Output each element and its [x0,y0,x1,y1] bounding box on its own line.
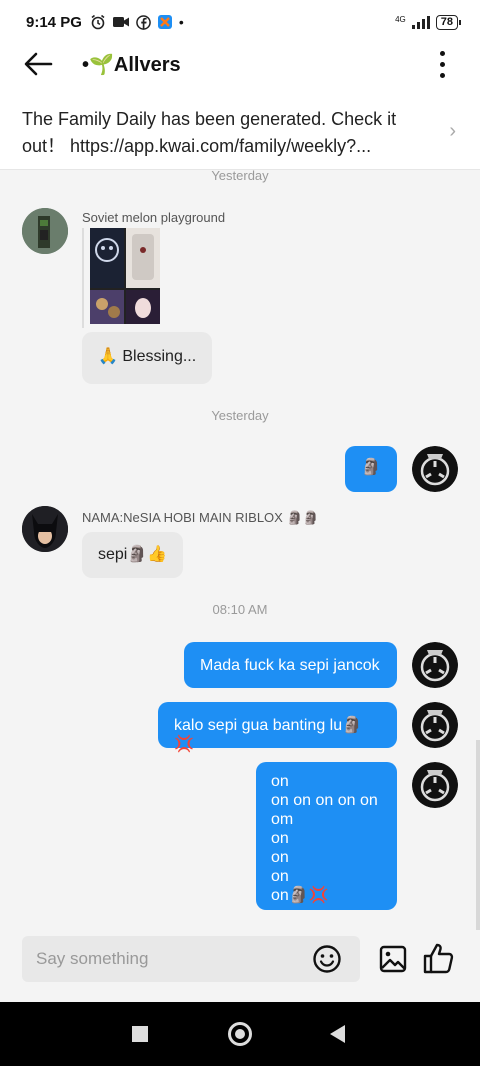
home-button[interactable] [228,1022,252,1046]
sender-name: Soviet melon playground [82,210,226,225]
video-icon [112,17,129,27]
more-icon-dot [439,50,445,56]
my-avatar[interactable] [412,642,458,688]
message-line: on [271,849,289,866]
like-icon[interactable] [422,942,456,974]
sender-name: NAMA:NeSIA HOBI MAIN RIBLOX 🗿🗿 [82,510,319,525]
scp-logo-icon [412,446,458,492]
timestamp: 08:10 AM [212,602,268,617]
battery-icon: 78 [435,14,462,30]
emoji-icon[interactable] [312,944,342,974]
system-nav-bar [0,1002,480,1066]
status-notification-icons: • [90,14,184,30]
message-input[interactable]: Say something [22,936,360,982]
avatar[interactable] [22,208,68,254]
scrollbar[interactable] [476,740,480,930]
alarm-icon [91,14,105,30]
status-time: 9:14 PG [26,13,82,31]
my-avatar[interactable] [412,446,458,492]
recents-button[interactable] [132,1026,148,1042]
more-options-button[interactable] [430,46,454,82]
message-line: on on on on on [271,792,378,809]
message-bubble-incoming[interactable]: sepi🗿👍 [82,532,184,578]
timestamp: Yesterday [211,170,269,183]
family-daily-notice[interactable]: The Family Daily has been generated. Che… [0,92,480,170]
message-line: on [271,868,289,885]
message-bubble-incoming[interactable]: 🙏 Blessing... [82,332,213,384]
avatar-image [22,208,68,254]
message-line: on [271,773,289,790]
status-right: 4G 78 [395,14,462,30]
chat-title: •🌱Allvers [82,54,181,76]
shared-image[interactable] [82,228,162,328]
chat-area[interactable]: Yesterday Soviet melon playground 🙏 Bles… [0,170,480,930]
chat-header: •🌱Allvers [0,44,480,84]
message-bubble-outgoing[interactable]: on on on on on on om on on on on🗿💢 [256,762,397,910]
signal-icon [411,15,430,29]
message-bubble-outgoing[interactable]: 🗿 [345,446,397,492]
shared-image-collage [90,228,160,324]
message-bubble-outgoing[interactable]: kalo sepi gua banting lu🗿💢 [158,702,397,753]
scp-logo-icon [412,702,458,748]
back-arrow-icon [24,52,53,76]
my-avatar[interactable] [412,762,458,808]
notice-text[interactable]: The Family Daily has been generated. Che… [22,106,422,160]
my-avatar[interactable] [412,702,458,748]
message-line: on🗿💢 [271,887,329,904]
message-bubble-outgoing[interactable]: Mada fuck ka sepi jancok [184,642,397,688]
kwai-icon [157,15,172,29]
timestamp: Yesterday [211,408,269,423]
scp-logo-icon [412,762,458,808]
composer: Say something [0,930,480,1002]
network-label: 4G [395,14,406,24]
scp-logo-icon [412,642,458,688]
avatar[interactable] [22,506,68,552]
facebook-icon [136,14,151,30]
system-back-button[interactable] [330,1025,345,1043]
back-button[interactable] [20,46,56,82]
dot-icon: • [178,14,184,30]
image-icon[interactable] [378,944,408,974]
message-line: om [271,811,294,828]
chevron-right-icon: › [449,120,456,142]
avatar-image [22,506,68,552]
message-line: on [271,830,289,847]
status-bar: 9:14 PG • 4G 78 [0,0,480,44]
